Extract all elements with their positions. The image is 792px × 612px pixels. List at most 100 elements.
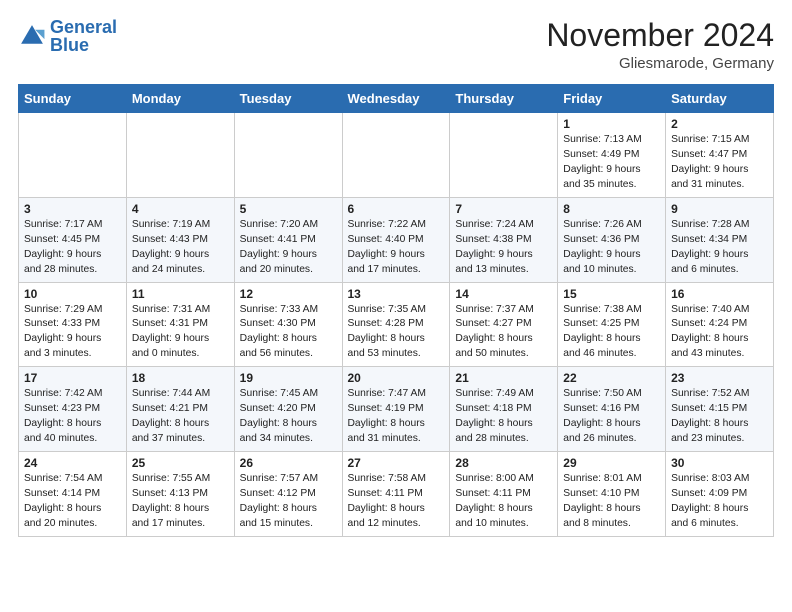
col-header-friday: Friday [558, 85, 666, 113]
col-header-sunday: Sunday [19, 85, 127, 113]
calendar-cell: 3 Sunrise: 7:17 AMSunset: 4:45 PMDaylight… [19, 197, 127, 282]
calendar-cell [234, 113, 342, 198]
calendar-cell: 2 Sunrise: 7:15 AMSunset: 4:47 PMDaylight… [666, 113, 774, 198]
calendar-week-row: 1 Sunrise: 7:13 AMSunset: 4:49 PMDaylight… [19, 113, 774, 198]
day-number: 5 [240, 202, 337, 216]
day-info: Sunrise: 7:22 AMSunset: 4:40 PMDaylight:… [348, 218, 445, 278]
calendar-cell: 28 Sunrise: 8:00 AMSunset: 4:11 PMDayligh… [450, 451, 558, 536]
day-info: Sunrise: 7:42 AMSunset: 4:23 PMDaylight:… [24, 387, 121, 447]
calendar-cell: 25 Sunrise: 7:55 AMSunset: 4:13 PMDayligh… [126, 451, 234, 536]
day-info: Sunrise: 7:38 AMSunset: 4:25 PMDaylight:… [563, 303, 660, 363]
calendar-cell: 26 Sunrise: 7:57 AMSunset: 4:12 PMDayligh… [234, 451, 342, 536]
day-number: 25 [132, 456, 229, 470]
calendar-cell: 17 Sunrise: 7:42 AMSunset: 4:23 PMDayligh… [19, 367, 127, 452]
calendar-cell: 20 Sunrise: 7:47 AMSunset: 4:19 PMDayligh… [342, 367, 450, 452]
day-info: Sunrise: 7:55 AMSunset: 4:13 PMDaylight:… [132, 472, 229, 532]
calendar-header-row: SundayMondayTuesdayWednesdayThursdayFrid… [19, 85, 774, 113]
day-info: Sunrise: 7:49 AMSunset: 4:18 PMDaylight:… [455, 387, 552, 447]
day-info: Sunrise: 7:47 AMSunset: 4:19 PMDaylight:… [348, 387, 445, 447]
day-number: 20 [348, 371, 445, 385]
day-number: 19 [240, 371, 337, 385]
day-info: Sunrise: 7:13 AMSunset: 4:49 PMDaylight:… [563, 133, 660, 193]
day-info: Sunrise: 7:45 AMSunset: 4:20 PMDaylight:… [240, 387, 337, 447]
calendar-cell: 29Sunrise: 8:01 AMSunset: 4:10 PMDayligh… [558, 451, 666, 536]
day-info: Sunrise: 7:20 AMSunset: 4:41 PMDaylight:… [240, 218, 337, 278]
month-title: November 2024 [546, 18, 774, 53]
day-info: Sunrise: 7:29 AMSunset: 4:33 PMDaylight:… [24, 303, 121, 363]
day-info: Sunrise: 7:58 AMSunset: 4:11 PMDaylight:… [348, 472, 445, 532]
calendar-cell: 15Sunrise: 7:38 AMSunset: 4:25 PMDayligh… [558, 282, 666, 367]
calendar-cell: 24 Sunrise: 7:54 AMSunset: 4:14 PMDayligh… [19, 451, 127, 536]
day-info: Sunrise: 7:19 AMSunset: 4:43 PMDaylight:… [132, 218, 229, 278]
calendar-cell: 6 Sunrise: 7:22 AMSunset: 4:40 PMDaylight… [342, 197, 450, 282]
day-number: 23 [671, 371, 768, 385]
day-info: Sunrise: 7:35 AMSunset: 4:28 PMDaylight:… [348, 303, 445, 363]
day-number: 7 [455, 202, 552, 216]
day-info: Sunrise: 7:40 AMSunset: 4:24 PMDaylight:… [671, 303, 768, 363]
calendar-cell: 21 Sunrise: 7:49 AMSunset: 4:18 PMDayligh… [450, 367, 558, 452]
day-info: Sunrise: 7:17 AMSunset: 4:45 PMDaylight:… [24, 218, 121, 278]
calendar-week-row: 24 Sunrise: 7:54 AMSunset: 4:14 PMDayligh… [19, 451, 774, 536]
day-number: 21 [455, 371, 552, 385]
day-info: Sunrise: 7:37 AMSunset: 4:27 PMDaylight:… [455, 303, 552, 363]
page: General Blue November 2024 Gliesmarode, … [0, 0, 792, 547]
day-number: 10 [24, 287, 121, 301]
logo-icon [18, 22, 46, 50]
calendar-table: SundayMondayTuesdayWednesdayThursdayFrid… [18, 84, 774, 536]
col-header-thursday: Thursday [450, 85, 558, 113]
day-number: 26 [240, 456, 337, 470]
day-number: 17 [24, 371, 121, 385]
day-info: Sunrise: 7:44 AMSunset: 4:21 PMDaylight:… [132, 387, 229, 447]
calendar-cell: 5 Sunrise: 7:20 AMSunset: 4:41 PMDaylight… [234, 197, 342, 282]
day-info: Sunrise: 7:54 AMSunset: 4:14 PMDaylight:… [24, 472, 121, 532]
day-number: 28 [455, 456, 552, 470]
day-info: Sunrise: 7:31 AMSunset: 4:31 PMDaylight:… [132, 303, 229, 363]
col-header-wednesday: Wednesday [342, 85, 450, 113]
day-number: 2 [671, 117, 768, 131]
day-number: 12 [240, 287, 337, 301]
calendar-cell: 22Sunrise: 7:50 AMSunset: 4:16 PMDayligh… [558, 367, 666, 452]
logo-text: General Blue [50, 18, 117, 54]
calendar-cell [19, 113, 127, 198]
day-number: 29 [563, 456, 660, 470]
day-info: Sunrise: 7:52 AMSunset: 4:15 PMDaylight:… [671, 387, 768, 447]
calendar-cell [126, 113, 234, 198]
calendar-cell: 23 Sunrise: 7:52 AMSunset: 4:15 PMDayligh… [666, 367, 774, 452]
day-info: Sunrise: 7:33 AMSunset: 4:30 PMDaylight:… [240, 303, 337, 363]
day-info: Sunrise: 8:03 AMSunset: 4:09 PMDaylight:… [671, 472, 768, 532]
day-number: 1 [563, 117, 660, 131]
day-number: 3 [24, 202, 121, 216]
logo-line1: General [50, 18, 117, 36]
day-number: 24 [24, 456, 121, 470]
day-info: Sunrise: 8:00 AMSunset: 4:11 PMDaylight:… [455, 472, 552, 532]
header: General Blue November 2024 Gliesmarode, … [18, 18, 774, 72]
calendar-week-row: 3 Sunrise: 7:17 AMSunset: 4:45 PMDaylight… [19, 197, 774, 282]
col-header-monday: Monday [126, 85, 234, 113]
calendar-cell: 30Sunrise: 8:03 AMSunset: 4:09 PMDayligh… [666, 451, 774, 536]
logo: General Blue [18, 18, 117, 54]
calendar-cell: 16Sunrise: 7:40 AMSunset: 4:24 PMDayligh… [666, 282, 774, 367]
day-number: 8 [563, 202, 660, 216]
calendar-cell: 11Sunrise: 7:31 AMSunset: 4:31 PMDayligh… [126, 282, 234, 367]
day-info: Sunrise: 7:24 AMSunset: 4:38 PMDaylight:… [455, 218, 552, 278]
title-block: November 2024 Gliesmarode, Germany [546, 18, 774, 72]
calendar-cell: 12 Sunrise: 7:33 AMSunset: 4:30 PMDayligh… [234, 282, 342, 367]
day-info: Sunrise: 7:50 AMSunset: 4:16 PMDaylight:… [563, 387, 660, 447]
calendar-cell: 8 Sunrise: 7:26 AMSunset: 4:36 PMDaylight… [558, 197, 666, 282]
location: Gliesmarode, Germany [546, 55, 774, 72]
day-number: 6 [348, 202, 445, 216]
calendar-cell: 19 Sunrise: 7:45 AMSunset: 4:20 PMDayligh… [234, 367, 342, 452]
calendar-cell: 13Sunrise: 7:35 AMSunset: 4:28 PMDayligh… [342, 282, 450, 367]
day-info: Sunrise: 7:26 AMSunset: 4:36 PMDaylight:… [563, 218, 660, 278]
day-info: Sunrise: 7:28 AMSunset: 4:34 PMDaylight:… [671, 218, 768, 278]
calendar-week-row: 10 Sunrise: 7:29 AMSunset: 4:33 PMDayligh… [19, 282, 774, 367]
col-header-saturday: Saturday [666, 85, 774, 113]
day-info: Sunrise: 7:57 AMSunset: 4:12 PMDaylight:… [240, 472, 337, 532]
calendar-cell: 14Sunrise: 7:37 AMSunset: 4:27 PMDayligh… [450, 282, 558, 367]
day-number: 18 [132, 371, 229, 385]
calendar-cell [450, 113, 558, 198]
day-number: 27 [348, 456, 445, 470]
logo-line2: Blue [50, 36, 117, 54]
day-info: Sunrise: 7:15 AMSunset: 4:47 PMDaylight:… [671, 133, 768, 193]
calendar-cell [342, 113, 450, 198]
